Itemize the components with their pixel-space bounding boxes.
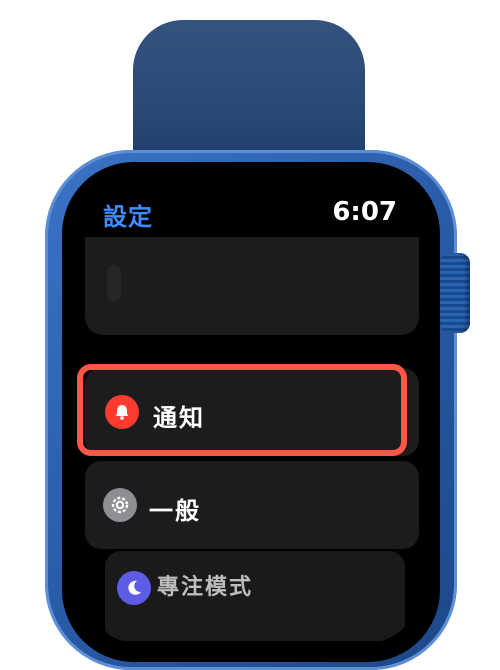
general-label: 一般 [149, 497, 201, 525]
clock-time: 6:07 [332, 197, 397, 227]
list-item-previous[interactable] [85, 237, 419, 335]
digital-crown[interactable] [440, 253, 470, 333]
highlight-box [77, 364, 407, 456]
list-item-general[interactable]: 一般 [85, 461, 419, 549]
back-button-settings[interactable]: 設定 [103, 197, 153, 232]
moon-icon [117, 571, 151, 605]
watch-band-top [133, 20, 365, 170]
previous-item-icon [107, 265, 121, 301]
gear-icon [103, 488, 137, 522]
focus-label: 專注模式 [157, 575, 254, 600]
list-item-focus[interactable]: 專注模式 [105, 551, 405, 641]
